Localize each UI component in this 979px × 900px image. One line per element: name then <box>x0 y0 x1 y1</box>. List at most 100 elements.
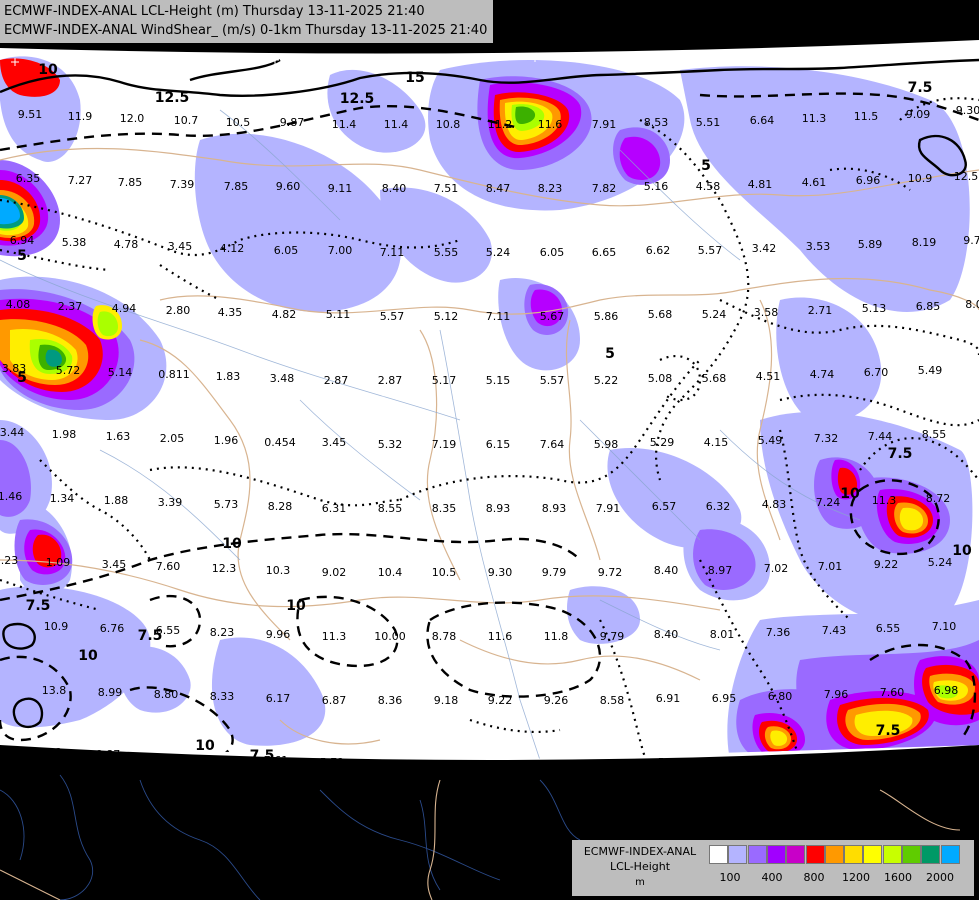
station-value: 9.96 <box>266 628 291 641</box>
station-value: 4.82 <box>272 308 297 321</box>
station-value: 5.24 <box>702 308 727 321</box>
station-value: 10.5 <box>432 566 457 579</box>
station-value: 5.08 <box>648 372 673 385</box>
station-value: 8.93 <box>486 502 511 515</box>
station-value: 5.98 <box>594 438 619 451</box>
station-value: 6.17 <box>266 692 291 705</box>
station-value: 9.11 <box>328 182 353 195</box>
station-value: 8.55 <box>922 428 947 441</box>
station-value: 11.3 <box>872 494 897 507</box>
station-value: 6.98 <box>934 684 959 697</box>
station-value: 8.55 <box>378 502 403 515</box>
station-value: 5.29 <box>650 436 675 449</box>
station-value: 5.99 <box>658 756 683 769</box>
station-value: 10.8 <box>436 118 461 131</box>
station-value: 9.22 <box>488 694 513 707</box>
station-value: 7.51 <box>434 182 459 195</box>
station-value: 11.3 <box>802 112 827 125</box>
station-value: 4.12 <box>220 242 245 255</box>
station-value: 3.42 <box>752 242 777 255</box>
station-value: 6.87 <box>322 694 347 707</box>
station-value: 5.72 <box>320 756 345 769</box>
station-value: 1.96 <box>214 434 239 447</box>
station-value: 9.06 <box>150 752 175 765</box>
station-value: 6.05 <box>540 246 565 259</box>
station-value: 5.14 <box>108 366 133 379</box>
station-value: 3.44 <box>0 426 24 439</box>
station-value: 7.60 <box>156 560 181 573</box>
station-value: 6.76 <box>100 622 125 635</box>
contour-label: 10 <box>952 543 972 559</box>
station-value: 2.87 <box>324 374 349 387</box>
station-value: 9.18 <box>434 694 459 707</box>
station-value: 5.89 <box>858 238 883 251</box>
station-value: 7.85 <box>118 176 143 189</box>
legend-unit: m <box>635 877 645 888</box>
station-value: 4.81 <box>748 178 773 191</box>
station-value: 8.36 <box>378 694 403 707</box>
station-value: 5.22 <box>594 374 619 387</box>
station-value: 6.95 <box>712 692 737 705</box>
legend-swatch <box>805 845 825 864</box>
station-value: 5.57 <box>380 310 405 323</box>
station-value: 6.91 <box>656 692 681 705</box>
station-value: 5.32 <box>378 438 403 451</box>
station-value: 2.87 <box>378 374 403 387</box>
station-value: 9.60 <box>276 180 301 193</box>
contour-label: 5 <box>17 248 27 264</box>
station-value: 9.22 <box>874 558 899 571</box>
station-value: 7.24 <box>816 496 841 509</box>
station-value: 8.58 <box>600 694 625 707</box>
station-value: 4.94 <box>112 302 137 315</box>
station-value: 8.97 <box>708 564 733 577</box>
station-value: 5.72 <box>56 364 81 377</box>
station-value: 10.9 <box>908 172 933 185</box>
station-value: 8.01 <box>710 628 735 641</box>
station-value: 4.74 <box>810 368 835 381</box>
station-value: 6.05 <box>274 244 299 257</box>
station-value: 5.38 <box>62 236 87 249</box>
weather-map: 10 15 12.5 5 7.5 10 10 7.5 10 7.5 5 7.5 … <box>0 0 979 900</box>
station-value: 9.79 <box>542 566 567 579</box>
station-value: 9.87 <box>280 116 305 129</box>
contour-label: 15 <box>405 70 424 86</box>
station-value: 7.11 <box>380 246 405 259</box>
station-value: 8.17 <box>826 752 851 765</box>
station-value: 4.51 <box>756 370 781 383</box>
station-value: 8.40 <box>654 564 679 577</box>
station-value: 11.8 <box>544 630 569 643</box>
station-value: 9.69 <box>488 758 513 771</box>
header-line-lcl: ECMWF-INDEX-ANAL LCL-Height (m) Thursday… <box>4 4 425 19</box>
station-value: 7.91 <box>592 118 617 131</box>
legend-swatch <box>728 845 748 864</box>
station-value: 2.37 <box>58 300 83 313</box>
station-value: 7.11 <box>486 310 511 323</box>
contour-label: 7.5 <box>876 723 901 739</box>
legend-tick-label: 400 <box>761 871 783 884</box>
station-value: 5.73 <box>214 498 239 511</box>
station-value: 7.61 <box>264 754 289 767</box>
map-viewer: 10 15 12.5 5 7.5 10 10 7.5 10 7.5 5 7.5 … <box>0 0 979 900</box>
station-value: 10.9 <box>44 620 69 633</box>
station-value: 5.55 <box>434 246 459 259</box>
station-value: 5.67 <box>540 310 565 323</box>
station-value: 8.99 <box>98 686 123 699</box>
station-value: 3.45 <box>168 240 193 253</box>
station-value: 5.12 <box>434 310 459 323</box>
station-value: 10.4 <box>378 566 403 579</box>
station-value: 3.48 <box>270 372 295 385</box>
station-value: 5.15 <box>486 374 511 387</box>
station-value: 6.70 <box>864 366 889 379</box>
station-value: 8.28 <box>268 500 293 513</box>
legend-variable: LCL-Height <box>609 860 671 873</box>
station-value: 9.30 <box>956 104 979 117</box>
station-value: 1.83 <box>216 370 241 383</box>
station-value: 7.36 <box>766 626 791 639</box>
station-value: 8.40 <box>654 628 679 641</box>
station-value: 6.15 <box>376 758 401 771</box>
station-value: 4.78 <box>114 238 139 251</box>
station-value: 5.24 <box>928 556 953 569</box>
station-value: 9.09 <box>906 108 931 121</box>
station-value: 4.08 <box>6 298 31 311</box>
station-value: 7.60 <box>880 686 905 699</box>
